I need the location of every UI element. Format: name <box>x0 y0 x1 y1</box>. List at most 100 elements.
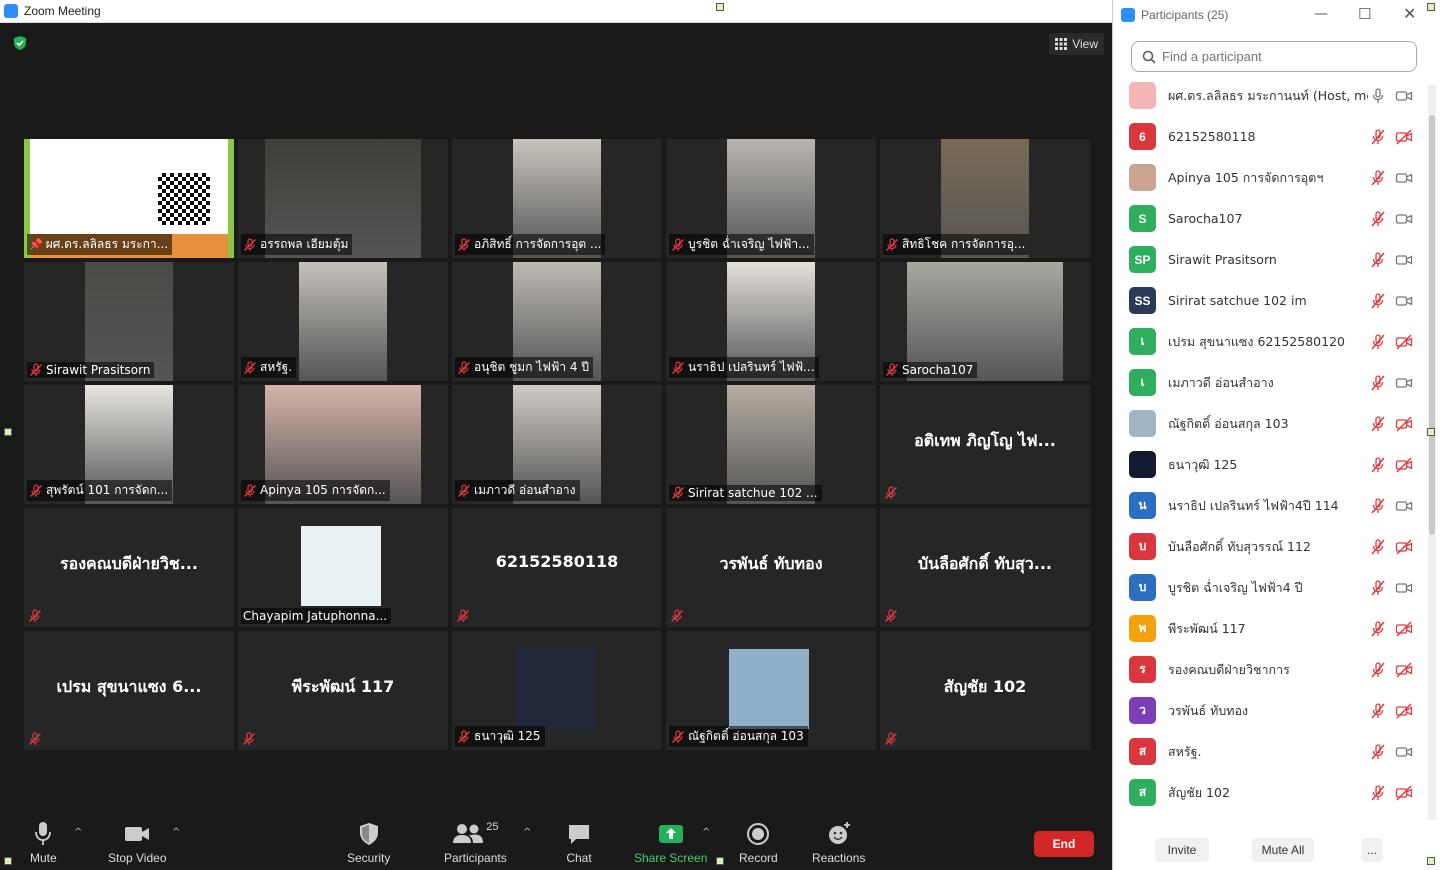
resize-handle[interactable] <box>1427 428 1435 436</box>
participant-list-item[interactable]: ว วรพันธ์ ทับทอง <box>1113 690 1425 731</box>
participant-video-tile[interactable]: วรพันธ์ ทับทอง <box>666 508 876 627</box>
encryption-shield-icon[interactable] <box>12 35 28 51</box>
participant-list-item[interactable]: เ เมภาวดี อ่อนสำอาง <box>1113 362 1425 403</box>
participant-search-input[interactable] <box>1162 49 1402 64</box>
mute-button[interactable]: Mute <box>30 821 57 865</box>
participant-list-item[interactable]: S Sarocha107 <box>1113 198 1425 239</box>
chat-button[interactable]: Chat <box>566 821 592 865</box>
share-options-chevron-icon[interactable]: ^ <box>702 827 710 838</box>
participant-list-item[interactable]: Apinya 105 การจัดการอุตฯ <box>1113 157 1425 198</box>
video-off-icon[interactable] <box>1395 538 1413 555</box>
participant-video-tile[interactable]: อติเทพ ภิญโญ ไฟ... <box>880 385 1090 504</box>
participant-video-tile[interactable]: Sirirat satchue 102 ... <box>666 385 876 504</box>
video-camera-icon[interactable] <box>1395 580 1413 596</box>
end-meeting-button[interactable]: End <box>1034 831 1094 857</box>
video-camera-icon[interactable] <box>1395 498 1413 514</box>
participant-list-item[interactable]: SP Sirawit Prasitsorn <box>1113 239 1425 280</box>
participant-video-tile[interactable]: เปรม สุขนาแซง 6... <box>24 631 234 750</box>
more-options-button[interactable]: ... <box>1361 838 1383 862</box>
participants-options-chevron-icon[interactable]: ^ <box>523 827 531 838</box>
video-options-chevron-icon[interactable]: ^ <box>172 827 180 838</box>
resize-handle[interactable] <box>4 428 12 436</box>
muted-mic-icon[interactable] <box>1369 169 1387 186</box>
muted-mic-icon[interactable] <box>1369 415 1387 432</box>
resize-handle[interactable] <box>716 3 724 11</box>
participant-video-tile[interactable]: Chayapim Jatuphonna... <box>238 508 448 627</box>
maximize-icon[interactable]: ☐ <box>1358 5 1371 23</box>
participant-list-item[interactable]: 6 62152580118 <box>1113 116 1425 157</box>
video-off-icon[interactable] <box>1395 128 1413 145</box>
video-off-icon[interactable] <box>1395 661 1413 678</box>
participant-video-tile[interactable]: อนุชิต ชูมก ไฟฟ้า 4 ปี <box>452 262 662 381</box>
participant-list-item[interactable]: ส สหรัฐ. <box>1113 731 1425 772</box>
view-button[interactable]: View <box>1049 33 1104 55</box>
muted-mic-icon[interactable] <box>1369 702 1387 719</box>
video-camera-icon[interactable] <box>1395 211 1413 227</box>
security-button[interactable]: Security <box>347 821 390 865</box>
participant-video-tile[interactable]: บันลือศักดิ์ ทับสุว... <box>880 508 1090 627</box>
participant-video-tile[interactable]: พีระพัฒน์ 117 <box>238 631 448 750</box>
muted-mic-icon[interactable] <box>1369 620 1387 637</box>
resize-handle[interactable] <box>4 857 12 865</box>
participant-video-tile[interactable]: Sirawit Prasitsorn <box>24 262 234 381</box>
participant-video-tile[interactable]: 📌 ผศ.ดร.ลลิลธร มระกา... <box>24 139 234 258</box>
participant-list-item[interactable]: บ บันลือศักดิ์ ทับสุวรรณ์ 112 <box>1113 526 1425 567</box>
participant-video-tile[interactable]: อรรถพล เอียมตุ้ม <box>238 139 448 258</box>
video-off-icon[interactable] <box>1395 784 1413 801</box>
participant-video-tile[interactable]: เมภาวดี อ่อนสำอาง <box>452 385 662 504</box>
video-camera-icon[interactable] <box>1395 170 1413 186</box>
muted-mic-icon[interactable] <box>1369 374 1387 391</box>
video-off-icon[interactable] <box>1395 415 1413 432</box>
stop-video-button[interactable]: Stop Video <box>108 821 167 865</box>
reactions-button[interactable]: Reactions <box>812 821 865 865</box>
share-screen-button[interactable]: Share Screen <box>634 821 707 865</box>
video-camera-icon[interactable] <box>1395 375 1413 391</box>
microphone-icon[interactable] <box>1369 87 1387 104</box>
participant-list-item[interactable]: ณัฐกิตติ์ อ่อนสกุล 103 <box>1113 403 1425 444</box>
muted-mic-icon[interactable] <box>1369 128 1387 145</box>
video-off-icon[interactable] <box>1395 456 1413 473</box>
resize-handle[interactable] <box>1427 3 1435 11</box>
participant-list-item[interactable]: ธนาวุฒิ 125 <box>1113 444 1425 485</box>
scrollbar-thumb[interactable] <box>1429 115 1435 535</box>
participant-video-tile[interactable]: อภิสิทธิ์ การจัดการอุต ... <box>452 139 662 258</box>
resize-handle[interactable] <box>1427 857 1435 865</box>
participant-list-item[interactable]: เ เปรม สุขนาแซง 62152580120 <box>1113 321 1425 362</box>
participant-list-item[interactable]: บ บูรชิต ฉ่ำเจริญ ไฟฟ้า4 ปี <box>1113 567 1425 608</box>
participant-video-tile[interactable]: ธนาวุฒิ 125 <box>452 631 662 750</box>
muted-mic-icon[interactable] <box>1369 333 1387 350</box>
invite-button[interactable]: Invite <box>1155 838 1209 862</box>
muted-mic-icon[interactable] <box>1369 251 1387 268</box>
muted-mic-icon[interactable] <box>1369 210 1387 227</box>
muted-mic-icon[interactable] <box>1369 497 1387 514</box>
record-button[interactable]: Record <box>739 821 778 865</box>
participant-video-tile[interactable]: สิทธิโชค การจัดการอุ... <box>880 139 1090 258</box>
muted-mic-icon[interactable] <box>1369 292 1387 309</box>
participant-list-item[interactable]: ส สัญชัย 102 <box>1113 772 1425 813</box>
video-off-icon[interactable] <box>1395 702 1413 719</box>
participant-list-item[interactable]: SS Sirirat satchue 102 im <box>1113 280 1425 321</box>
participant-video-tile[interactable]: สหรัฐ. <box>238 262 448 381</box>
muted-mic-icon[interactable] <box>1369 456 1387 473</box>
participant-list-item[interactable]: น นราธิป เปลรินทร์ ไฟฟ้า4ปี 114 <box>1113 485 1425 526</box>
video-camera-icon[interactable] <box>1395 744 1413 760</box>
participant-video-tile[interactable]: ณัฐกิตติ์ อ่อนสกุล 103 <box>666 631 876 750</box>
participant-video-tile[interactable]: สุพรัตน์ 101 การจัดก... <box>24 385 234 504</box>
resize-handle[interactable] <box>716 857 724 865</box>
video-camera-icon[interactable] <box>1395 293 1413 309</box>
participant-list-scrollbar[interactable] <box>1428 85 1436 820</box>
mute-all-button[interactable]: Mute All <box>1252 838 1314 862</box>
minimize-icon[interactable]: — <box>1314 6 1328 22</box>
participant-list-item[interactable]: ผศ.ดร.ลลิลธร มระกานนท์ (Host, me) <box>1113 75 1425 116</box>
muted-mic-icon[interactable] <box>1369 661 1387 678</box>
participant-video-tile[interactable]: Apinya 105 การจัดก... <box>238 385 448 504</box>
close-icon[interactable]: ✕ <box>1403 4 1416 23</box>
participant-video-tile[interactable]: บูรชิต ฉ่ำเจริญ ไฟฟ้า... <box>666 139 876 258</box>
participant-video-tile[interactable]: รองคณบดีฝ่ายวิช... <box>24 508 234 627</box>
participant-list-item[interactable]: พ พีระพัฒน์ 117 <box>1113 608 1425 649</box>
participant-list-item[interactable]: ร รองคณบดีฝ่ายวิชาการ <box>1113 649 1425 690</box>
muted-mic-icon[interactable] <box>1369 538 1387 555</box>
video-off-icon[interactable] <box>1395 333 1413 350</box>
video-camera-icon[interactable] <box>1395 88 1413 104</box>
muted-mic-icon[interactable] <box>1369 784 1387 801</box>
